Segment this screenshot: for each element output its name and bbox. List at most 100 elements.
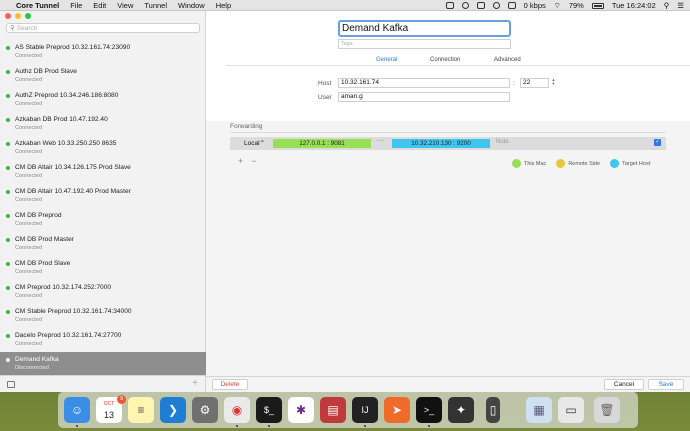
tunnel-name: Authz DB Prod Slave bbox=[15, 68, 77, 75]
network-app-icon[interactable]: ✦ bbox=[448, 397, 474, 423]
tunnel-name: Azkaban DB Prod 10.47.192.40 bbox=[15, 116, 108, 123]
search-input[interactable]: ⚲ Search bbox=[6, 23, 200, 33]
tunnel-status: Connected bbox=[15, 125, 43, 131]
forward-note-field[interactable]: Note bbox=[496, 139, 509, 145]
tunnel-status: Connected bbox=[15, 53, 43, 59]
forward-mode-value: Local bbox=[244, 140, 260, 147]
notification-center-icon[interactable]: ☰ bbox=[677, 0, 684, 11]
tunnel-status: Connected bbox=[15, 173, 43, 179]
forward-target-field[interactable]: 10.32.210.130 : 9200 bbox=[392, 139, 490, 148]
tunnel-title-input[interactable]: Demand Kafka bbox=[338, 20, 511, 37]
menu-file[interactable]: File bbox=[70, 0, 82, 11]
port-field[interactable]: 22 bbox=[520, 78, 549, 88]
sidebar-footer: + bbox=[0, 375, 206, 392]
tab-general[interactable]: General bbox=[376, 57, 397, 63]
wifi-icon[interactable]: ⌔ bbox=[554, 0, 561, 11]
list-item[interactable]: CM DB Preprod Connected bbox=[0, 208, 206, 232]
notes-icon[interactable]: ≡ bbox=[128, 397, 154, 423]
forward-arrow-icon: —› bbox=[376, 138, 384, 144]
list-item[interactable]: AuthZ Preprod 10.34.246.186:8080 Connecte… bbox=[0, 88, 206, 112]
running-indicator bbox=[236, 425, 238, 427]
phone-icon[interactable]: ▯ bbox=[486, 397, 500, 423]
status-icon-2[interactable] bbox=[461, 2, 469, 9]
status-icon-5[interactable] bbox=[507, 2, 516, 9]
status-icon-1[interactable] bbox=[445, 2, 454, 9]
cancel-button[interactable]: Cancel bbox=[604, 379, 644, 390]
tab-advanced[interactable]: Advanced bbox=[494, 57, 521, 63]
add-tunnel-button[interactable]: + bbox=[192, 378, 198, 389]
system-preferences-icon[interactable]: ⚙ bbox=[192, 397, 218, 423]
terminal-icon[interactable]: $_ bbox=[256, 397, 282, 423]
forward-mode-select[interactable]: Local⌃ bbox=[244, 139, 265, 147]
add-forward-button[interactable]: + bbox=[238, 156, 243, 166]
menu-view[interactable]: View bbox=[117, 0, 133, 11]
postman-icon[interactable]: ➤ bbox=[384, 397, 410, 423]
tunnel-status: Connected bbox=[15, 269, 43, 275]
network-speed[interactable]: 0 kbps bbox=[524, 0, 546, 11]
status-dot bbox=[6, 70, 10, 74]
list-item[interactable]: CM DB Altair 10.34.126.175 Prod Slave Con… bbox=[0, 160, 206, 184]
tab-connection[interactable]: Connection bbox=[430, 57, 460, 63]
chrome-icon[interactable]: ◉ bbox=[224, 397, 250, 423]
list-item[interactable]: Azkaban DB Prod 10.47.192.40 Connected bbox=[0, 112, 206, 136]
calendar-day: 13 bbox=[103, 410, 114, 420]
list-item[interactable]: CM DB Altair 10.47.192.40 Prod Master Con… bbox=[0, 184, 206, 208]
tags-input[interactable]: Tags bbox=[338, 39, 511, 49]
battery-percent[interactable]: 79% bbox=[569, 0, 584, 11]
documents-stack-icon[interactable]: ▦ bbox=[526, 397, 552, 423]
vscode-icon[interactable]: ❯ bbox=[160, 397, 186, 423]
trash-icon[interactable]: 🗑 bbox=[594, 397, 620, 423]
forwarding-controls: + − bbox=[238, 156, 257, 166]
host-field[interactable]: 10.32.161.74 bbox=[338, 78, 510, 88]
console-icon[interactable]: >_ bbox=[416, 397, 442, 423]
user-field[interactable]: aman.g bbox=[338, 92, 510, 102]
search-icon[interactable]: ⚲ bbox=[664, 0, 670, 11]
port-stepper[interactable]: ▲ ▼ bbox=[551, 78, 556, 88]
status-dot bbox=[6, 142, 10, 146]
database-icon[interactable]: ▤ bbox=[320, 397, 346, 423]
close-window-button[interactable] bbox=[5, 13, 11, 19]
tunnel-status: Connected bbox=[15, 221, 43, 227]
zoom-window-button[interactable] bbox=[25, 13, 31, 19]
forward-source-field[interactable]: 127.0.0.1 : 9081 bbox=[273, 139, 371, 148]
intellij-icon[interactable]: IJ bbox=[352, 397, 378, 423]
remove-forward-button[interactable]: − bbox=[251, 156, 256, 166]
slack-icon[interactable]: ✱ bbox=[288, 397, 314, 423]
battery-icon[interactable] bbox=[591, 2, 604, 9]
tunnel-name: CM DB Preprod bbox=[15, 212, 62, 219]
legend-target-host: Target Host bbox=[610, 159, 650, 168]
tunnel-status: Connected bbox=[15, 149, 43, 155]
list-item[interactable]: CM DB Prod Master Connected bbox=[0, 232, 206, 256]
status-dot bbox=[6, 310, 10, 314]
tunnel-name: AS Stable Preprod 10.32.161.74:23090 bbox=[15, 44, 131, 51]
minimize-window-button[interactable] bbox=[15, 13, 21, 19]
delete-button[interactable]: Delete bbox=[212, 379, 248, 390]
image-stack-icon[interactable]: ▭ bbox=[558, 397, 584, 423]
tunnel-name: AuthZ Preprod 10.34.246.186:8080 bbox=[15, 92, 119, 99]
app-menu[interactable]: Core Tunnel bbox=[16, 0, 59, 11]
finder-icon[interactable]: ☺ bbox=[64, 397, 90, 423]
user-label: User bbox=[318, 94, 332, 101]
forwarding-legend: This Mac Remote Side Target Host bbox=[512, 159, 650, 168]
menu-help[interactable]: Help bbox=[216, 0, 231, 11]
save-button[interactable]: Save bbox=[648, 379, 684, 390]
list-item[interactable]: AS Stable Preprod 10.32.161.74:23090 Conn… bbox=[0, 40, 206, 64]
list-item[interactable]: CM Stable Preprod 10.32.161.74:34000 Conn… bbox=[0, 304, 206, 328]
status-icon-3[interactable] bbox=[476, 2, 485, 9]
running-indicator bbox=[364, 425, 366, 427]
list-item[interactable]: Authz DB Prod Slave Connected bbox=[0, 64, 206, 88]
menu-tunnel[interactable]: Tunnel bbox=[144, 0, 167, 11]
menubar-clock[interactable]: Tue 16:24:02 bbox=[612, 0, 656, 11]
status-dot bbox=[6, 238, 10, 242]
status-dot bbox=[6, 118, 10, 122]
list-item[interactable]: CM Preprod 10.32.174.252:7000 Connected bbox=[0, 280, 206, 304]
menu-window[interactable]: Window bbox=[178, 0, 205, 11]
list-item[interactable]: Azkaban Web 10.33.250.250 8635 Connected bbox=[0, 136, 206, 160]
list-item-selected[interactable]: Demand Kafka Disconnected bbox=[0, 352, 206, 376]
menu-edit[interactable]: Edit bbox=[93, 0, 106, 11]
list-item[interactable]: Dacelo Preprod 10.32.161.74:27700 Connect… bbox=[0, 328, 206, 352]
list-item[interactable]: CM DB Prod Slave Connected bbox=[0, 256, 206, 280]
toggle-sidebar-icon[interactable] bbox=[7, 381, 15, 388]
status-icon-4[interactable] bbox=[492, 2, 500, 9]
forward-enabled-checkbox[interactable]: ✓ bbox=[654, 139, 661, 146]
